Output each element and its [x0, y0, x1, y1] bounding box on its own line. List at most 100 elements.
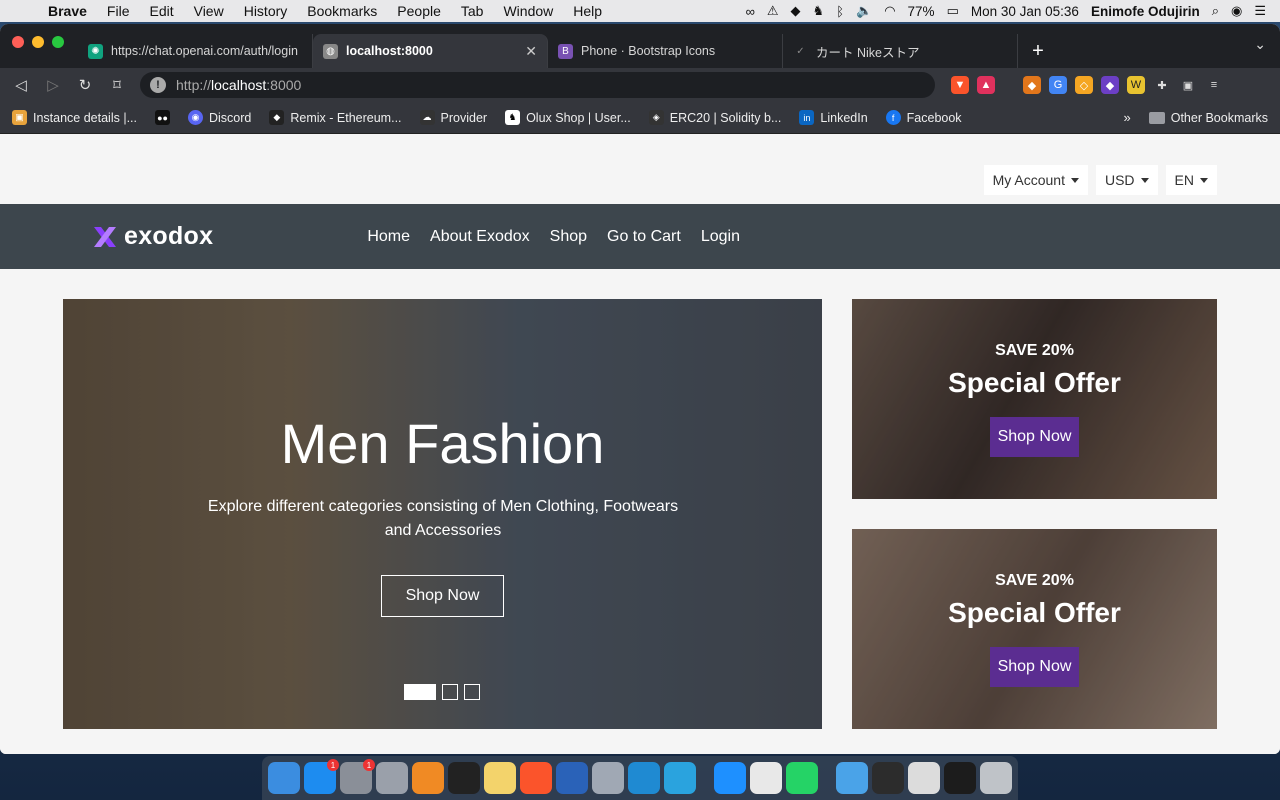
bookmark-provider[interactable]: ☁ Provider	[419, 110, 487, 125]
site-logo[interactable]: exodox	[92, 222, 213, 251]
menu-app-name[interactable]: Brave	[44, 3, 97, 19]
menubar-clock[interactable]: Mon 30 Jan 05:36	[971, 4, 1079, 19]
tab-localhost[interactable]: ◍ localhost:8000 ✕	[313, 34, 548, 68]
vpn-icon[interactable]: ⚠	[767, 3, 779, 19]
textedit-icon[interactable]	[750, 762, 782, 794]
tab-chatgpt[interactable]: ✺ https://chat.openai.com/auth/login	[78, 34, 313, 68]
control-center-icon[interactable]: ☰	[1254, 3, 1266, 19]
offer-shop-now-button[interactable]: Shop Now	[990, 647, 1079, 687]
close-tab-icon[interactable]: ✕	[525, 43, 537, 60]
menubar-user[interactable]: Enimofe Odujirin	[1091, 4, 1200, 19]
maximize-window-button[interactable]	[52, 36, 64, 48]
forward-button[interactable]: ▷	[40, 72, 66, 98]
new-tab-button[interactable]: +	[1018, 34, 1058, 68]
virtualbox-icon[interactable]	[556, 762, 588, 794]
metamask-icon[interactable]: ◆	[1023, 76, 1041, 94]
currency-dropdown[interactable]: USD	[1095, 165, 1158, 195]
wallet-extension-icon[interactable]: ◆	[1101, 76, 1119, 94]
telegram-icon[interactable]	[664, 762, 696, 794]
my-account-dropdown[interactable]: My Account	[983, 165, 1088, 195]
droplet-icon[interactable]: ◆	[791, 3, 801, 19]
menu-tab[interactable]: Tab	[451, 3, 494, 19]
menu-edit[interactable]: Edit	[139, 3, 183, 19]
creative-cloud-icon[interactable]: ∞	[746, 4, 755, 19]
window-thumb-icon[interactable]	[944, 762, 976, 794]
system-preferences-icon[interactable]: 1	[340, 759, 375, 794]
bluetooth-icon[interactable]: ᛒ	[836, 4, 844, 19]
url-text[interactable]: http://localhost:8000	[176, 77, 301, 93]
back-button[interactable]: ◁	[8, 72, 34, 98]
window-thumb-icon[interactable]	[872, 762, 904, 794]
menu-bookmarks[interactable]: Bookmarks	[297, 3, 387, 19]
bookmark-remix[interactable]: ◆ Remix - Ethereum...	[269, 110, 402, 125]
offer-title: Special Offer	[948, 367, 1121, 398]
vscode-icon[interactable]	[628, 762, 660, 794]
elephant-icon[interactable]: ♞	[813, 3, 825, 19]
menu-file[interactable]: File	[97, 3, 140, 19]
minimize-window-button[interactable]	[32, 36, 44, 48]
bookmark-facebook[interactable]: f Facebook	[885, 110, 962, 125]
finder-icon[interactable]	[268, 762, 300, 794]
tab-bootstrap-icons[interactable]: B Phone · Bootstrap Icons	[548, 34, 783, 68]
site-info-icon[interactable]: !	[150, 77, 166, 93]
language-dropdown[interactable]: EN	[1165, 165, 1217, 195]
terminal-icon[interactable]	[448, 762, 480, 794]
brave-rewards-icon[interactable]: ▲	[977, 76, 995, 94]
menu-help[interactable]: Help	[563, 3, 612, 19]
tab-nike[interactable]: ✓ カート Nikeストア	[783, 34, 1018, 68]
bookmark-discord[interactable]: ◉ Discord	[188, 110, 251, 125]
menu-icon[interactable]: ≡	[1205, 76, 1223, 94]
battery-icon[interactable]: ▭	[947, 3, 959, 19]
more-bookmarks-button[interactable]: »	[1124, 110, 1131, 125]
battery-percent[interactable]: 77%	[908, 4, 935, 19]
other-bookmarks-label: Other Bookmarks	[1170, 110, 1268, 125]
notes-icon[interactable]	[484, 762, 516, 794]
menu-history[interactable]: History	[234, 3, 298, 19]
nav-home[interactable]: Home	[367, 228, 410, 246]
translate-icon[interactable]: G	[1049, 76, 1067, 94]
utility-icon[interactable]	[592, 762, 624, 794]
hero-shop-now-button[interactable]: Shop Now	[381, 575, 504, 617]
nav-about[interactable]: About Exodox	[430, 228, 530, 246]
w-extension-icon[interactable]: W	[1127, 76, 1145, 94]
offer-shop-now-button[interactable]: Shop Now	[990, 417, 1079, 457]
puzzle-icon[interactable]: ✚	[1153, 76, 1171, 94]
brave-icon[interactable]	[520, 762, 552, 794]
safari-icon[interactable]	[714, 762, 746, 794]
siri-icon[interactable]: ◉	[1231, 3, 1242, 19]
carousel-indicator-1[interactable]	[404, 684, 436, 700]
extension-icon[interactable]: ◇	[1075, 76, 1093, 94]
chevron-down-icon[interactable]: ⌄	[1254, 36, 1266, 53]
nav-shop[interactable]: Shop	[550, 228, 587, 246]
nav-login[interactable]: Login	[701, 228, 740, 246]
app-store-icon[interactable]: 1	[304, 759, 339, 794]
bookmark-erc20[interactable]: ◈ ERC20 | Solidity b...	[648, 110, 781, 125]
window-thumb-icon[interactable]	[908, 762, 940, 794]
wallet-icon[interactable]: ▣	[1179, 76, 1197, 94]
menu-view[interactable]: View	[184, 3, 234, 19]
close-window-button[interactable]	[12, 36, 24, 48]
spotlight-search-icon[interactable]: ⌕	[1212, 3, 1219, 19]
carousel-indicator-2[interactable]	[442, 684, 458, 700]
bookmark-icon[interactable]: ⌑	[104, 72, 130, 98]
volume-icon[interactable]: 🔈	[856, 3, 872, 19]
folder-icon[interactable]	[836, 762, 868, 794]
other-bookmarks[interactable]: Other Bookmarks	[1148, 110, 1268, 125]
nav-cart[interactable]: Go to Cart	[607, 228, 681, 246]
reload-button[interactable]: ↻	[72, 72, 98, 98]
menu-window[interactable]: Window	[493, 3, 563, 19]
menu-people[interactable]: People	[387, 3, 451, 19]
whatsapp-icon[interactable]	[786, 762, 818, 794]
address-bar[interactable]: ! http://localhost:8000	[140, 72, 935, 98]
bookmark-linkedin[interactable]: in LinkedIn	[799, 110, 868, 125]
launchpad-icon[interactable]	[376, 762, 408, 794]
wifi-icon[interactable]: ◠	[884, 3, 895, 19]
carousel-indicator-3[interactable]	[464, 684, 480, 700]
bookmark-instance-details[interactable]: ▣ Instance details |...	[12, 110, 137, 125]
trash-icon[interactable]	[980, 762, 1012, 794]
bookmark-medium[interactable]: ●●	[155, 110, 170, 125]
bookmark-olux-shop[interactable]: ♞ Olux Shop | User...	[505, 110, 631, 125]
vlc-icon[interactable]	[412, 762, 444, 794]
brave-shields-icon[interactable]: ▼	[951, 76, 969, 94]
menubar-status-area: ∞ ⚠ ◆ ♞ ᛒ 🔈 ◠ 77% ▭ Mon 30 Jan 05:36 Eni…	[746, 3, 1280, 19]
